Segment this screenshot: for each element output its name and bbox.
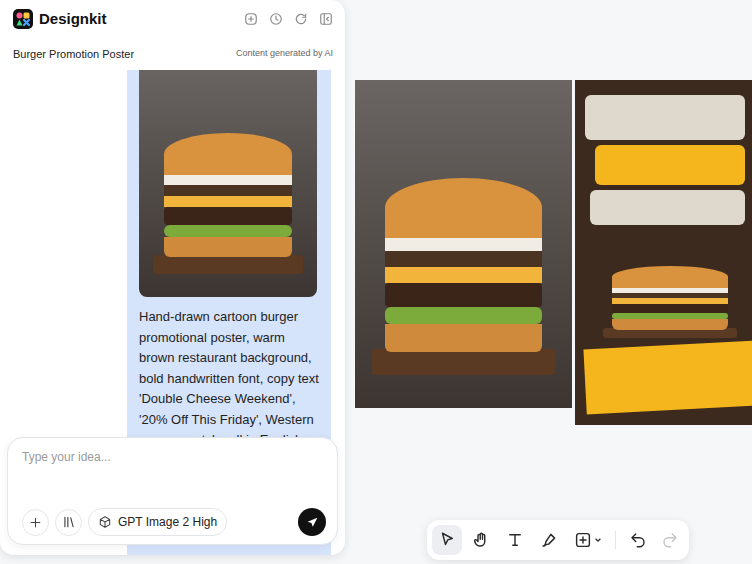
collapse-panel-icon[interactable] bbox=[319, 12, 333, 26]
canvas-poster[interactable] bbox=[575, 80, 752, 425]
chat-panel: Designkit Burger Promotion Poster Conten… bbox=[0, 0, 345, 555]
tool-button[interactable] bbox=[568, 525, 607, 555]
library-icon bbox=[62, 515, 76, 529]
tool-button[interactable] bbox=[432, 525, 462, 555]
history-icon[interactable] bbox=[269, 12, 283, 26]
project-title: Burger Promotion Poster bbox=[13, 46, 134, 63]
logo-icon bbox=[13, 9, 33, 29]
new-chat-icon[interactable] bbox=[244, 12, 258, 26]
hand-icon bbox=[472, 531, 490, 549]
select-icon bbox=[438, 531, 456, 549]
tool-button[interactable] bbox=[466, 525, 496, 555]
prompt-input[interactable] bbox=[22, 448, 312, 466]
canvas-toolbar bbox=[427, 520, 689, 560]
tool-button[interactable] bbox=[534, 525, 564, 555]
refresh-icon[interactable] bbox=[294, 12, 308, 26]
library-button[interactable] bbox=[55, 509, 82, 536]
prompt-text: Hand-drawn cartoon burger promotional po… bbox=[139, 307, 319, 451]
undo-icon bbox=[629, 531, 647, 549]
tool-button[interactable] bbox=[500, 525, 530, 555]
shape-icon bbox=[574, 531, 592, 549]
app-name: Designkit bbox=[39, 8, 107, 31]
undo-button[interactable] bbox=[624, 525, 652, 555]
add-button[interactable] bbox=[22, 509, 49, 536]
project-bar: Burger Promotion Poster Content generate… bbox=[0, 38, 345, 70]
chevron-down-icon bbox=[594, 536, 602, 544]
composer: GPT Image 2 High bbox=[7, 437, 338, 545]
redo-icon bbox=[661, 531, 679, 549]
header: Designkit bbox=[0, 0, 345, 38]
send-icon bbox=[306, 516, 319, 529]
canvas-photo[interactable] bbox=[355, 80, 572, 408]
brush-icon bbox=[540, 531, 558, 549]
generated-photo[interactable] bbox=[139, 70, 317, 297]
send-button[interactable] bbox=[298, 508, 326, 536]
model-selector[interactable]: GPT Image 2 High bbox=[88, 508, 227, 536]
model-name: GPT Image 2 High bbox=[118, 513, 217, 531]
redo-button[interactable] bbox=[656, 525, 684, 555]
plus-icon bbox=[29, 516, 42, 529]
canvas[interactable] bbox=[345, 0, 752, 564]
cube-icon bbox=[98, 515, 112, 529]
toolbar-divider bbox=[615, 531, 616, 549]
text-icon bbox=[506, 531, 524, 549]
ai-note: Content generated by AI bbox=[236, 47, 333, 61]
